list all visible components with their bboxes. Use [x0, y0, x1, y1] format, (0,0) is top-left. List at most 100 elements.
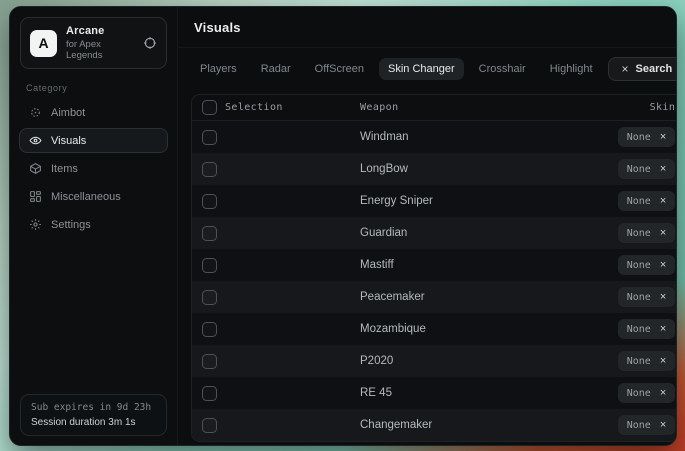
skin-value: None — [627, 196, 651, 207]
table-row: Guardian None × — [192, 217, 677, 249]
skin-select-chip[interactable]: None × — [618, 223, 676, 243]
miscellaneous-grid-icon — [29, 190, 42, 203]
skin-select-chip[interactable]: None × — [618, 383, 676, 403]
skin-value: None — [627, 164, 651, 175]
search-button-label: Search — [636, 63, 673, 75]
row-skin-cell: None × — [618, 287, 677, 307]
sidebar-item-aimbot[interactable]: Aimbot — [19, 100, 168, 125]
row-select-cell — [192, 386, 360, 401]
clear-skin-icon[interactable]: × — [660, 228, 666, 239]
select-all-checkbox[interactable] — [202, 100, 217, 115]
row-skin-cell: None × — [618, 159, 677, 179]
sidebar-item-items[interactable]: Items — [19, 156, 168, 181]
sidebar-item-label: Settings — [51, 219, 91, 231]
row-checkbox[interactable] — [202, 194, 217, 209]
app-logo: A — [30, 30, 57, 57]
crosshair-icon[interactable] — [143, 36, 157, 50]
tab-players[interactable]: Players — [191, 58, 246, 80]
weapon-name: Peacemaker — [360, 291, 618, 303]
skin-select-chip[interactable]: None × — [618, 191, 676, 211]
table-row: Mastiff None × — [192, 249, 677, 281]
skin-value: None — [627, 132, 651, 143]
row-checkbox[interactable] — [202, 354, 217, 369]
clear-skin-icon[interactable]: × — [660, 356, 666, 367]
skin-select-chip[interactable]: None × — [618, 159, 676, 179]
tab-highlight[interactable]: Highlight — [541, 58, 602, 80]
skin-select-chip[interactable]: None × — [618, 319, 676, 339]
row-skin-cell: None × — [618, 351, 677, 371]
sidebar-item-settings[interactable]: Settings — [19, 212, 168, 237]
tab-offscreen[interactable]: OffScreen — [306, 58, 373, 80]
clear-skin-icon[interactable]: × — [660, 324, 666, 335]
table-row: LongBow None × — [192, 153, 677, 185]
sidebar-item-miscellaneous[interactable]: Miscellaneous — [19, 184, 168, 209]
clear-skin-icon[interactable]: × — [660, 420, 666, 431]
skin-select-chip[interactable]: None × — [618, 415, 676, 435]
items-box-icon — [29, 162, 42, 175]
skin-table: Selection Weapon Skin Windman None — [191, 94, 677, 442]
clear-skin-icon[interactable]: × — [660, 260, 666, 271]
session-info-card: Sub expires in 9d 23h Session duration 3… — [20, 394, 167, 436]
tab-radar[interactable]: Radar — [252, 58, 300, 80]
header-select-cell: Selection — [192, 100, 360, 115]
row-checkbox[interactable] — [202, 418, 217, 433]
skin-select-chip[interactable]: None × — [618, 255, 676, 275]
table-row: Peacemaker None × — [192, 281, 677, 313]
row-select-cell — [192, 130, 360, 145]
clear-skin-icon[interactable]: × — [660, 196, 666, 207]
skin-select-chip[interactable]: None × — [618, 351, 676, 371]
skin-value: None — [627, 260, 651, 271]
skin-value: None — [627, 292, 651, 303]
skin-select-chip[interactable]: None × — [618, 287, 676, 307]
row-checkbox[interactable] — [202, 162, 217, 177]
weapon-name: LongBow — [360, 163, 618, 175]
row-skin-cell: None × — [618, 127, 677, 147]
row-select-cell — [192, 354, 360, 369]
row-checkbox[interactable] — [202, 386, 217, 401]
row-skin-cell: None × — [618, 319, 677, 339]
row-skin-cell: None × — [618, 223, 677, 243]
app-header-card: A Arcane for Apex Legends — [20, 17, 167, 69]
sidebar-item-label: Visuals — [51, 135, 86, 147]
weapon-name: Changemaker — [360, 419, 618, 431]
table-body: Windman None × LongBow — [192, 121, 677, 441]
row-checkbox[interactable] — [202, 226, 217, 241]
sidebar-item-label: Miscellaneous — [51, 191, 121, 203]
weapon-name: Guardian — [360, 227, 618, 239]
app-subtitle: for Apex Legends — [66, 39, 134, 61]
clear-skin-icon[interactable]: × — [660, 388, 666, 399]
row-select-cell — [192, 194, 360, 209]
tab-skin-changer[interactable]: Skin Changer — [379, 58, 464, 80]
row-skin-cell: None × — [618, 191, 677, 211]
row-checkbox[interactable] — [202, 290, 217, 305]
skin-value: None — [627, 228, 651, 239]
aimbot-crosshair-icon — [29, 106, 42, 119]
skin-column-header: Skin — [650, 102, 677, 113]
row-checkbox[interactable] — [202, 258, 217, 273]
sidebar-item-label: Aimbot — [51, 107, 85, 119]
skin-select-chip[interactable]: None × — [618, 127, 676, 147]
sidebar-item-visuals[interactable]: Visuals — [19, 128, 168, 153]
settings-gear-icon — [29, 218, 42, 231]
weapon-name: P2020 — [360, 355, 618, 367]
row-select-cell — [192, 322, 360, 337]
clear-skin-icon[interactable]: × — [660, 132, 666, 143]
weapon-column-header: Weapon — [360, 102, 650, 113]
clear-skin-icon[interactable]: × — [660, 292, 666, 303]
row-select-cell — [192, 162, 360, 177]
table-row: P2020 None × — [192, 345, 677, 377]
sidebar-item-label: Items — [51, 163, 78, 175]
table-row: Mozambique None × — [192, 313, 677, 345]
search-button[interactable]: × Search — [608, 57, 677, 81]
page-title: Visuals — [194, 20, 241, 35]
row-select-cell — [192, 418, 360, 433]
weapon-name: Mastiff — [360, 259, 618, 271]
clear-skin-icon[interactable]: × — [660, 164, 666, 175]
tab-crosshair[interactable]: Crosshair — [470, 58, 535, 80]
app-titles: Arcane for Apex Legends — [66, 25, 134, 61]
session-duration-text: Session duration 3m 1s — [31, 417, 156, 428]
weapon-name: RE 45 — [360, 387, 618, 399]
row-checkbox[interactable] — [202, 130, 217, 145]
row-checkbox[interactable] — [202, 322, 217, 337]
skin-value: None — [627, 420, 651, 431]
